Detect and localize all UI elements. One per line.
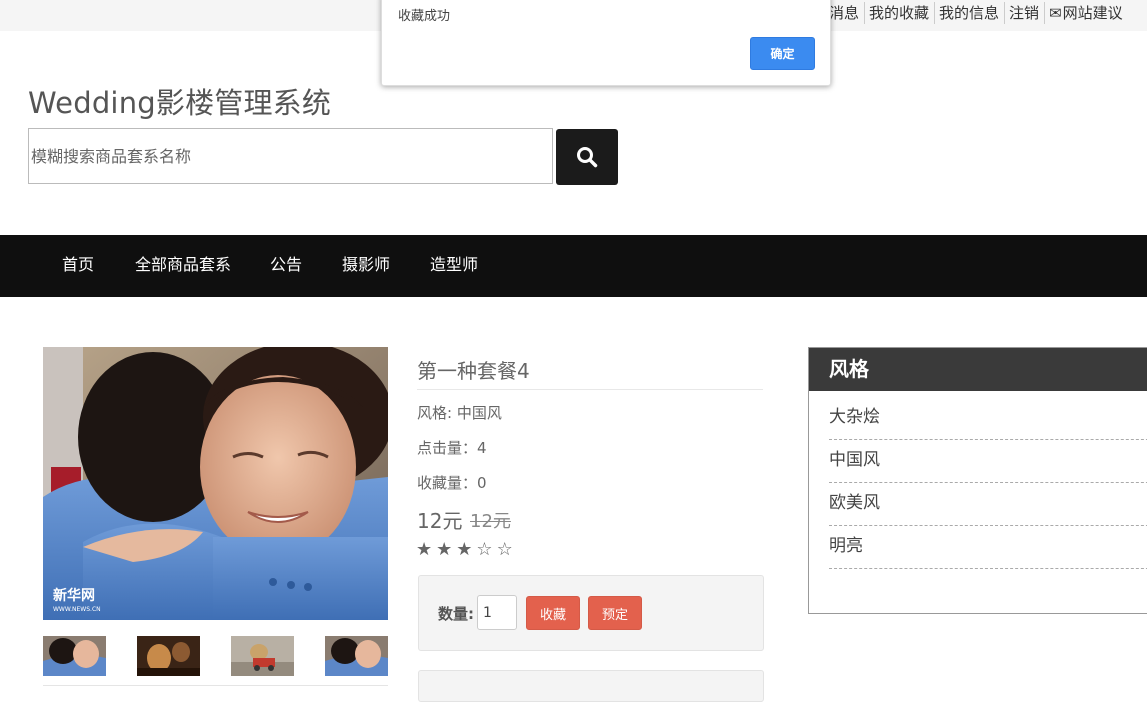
my-info-link[interactable]: 我的信息 xyxy=(934,1,1004,24)
quantity-label: 数量: xyxy=(438,605,474,623)
nav-photographers[interactable]: 摄影师 xyxy=(342,235,390,297)
nav-home[interactable]: 首页 xyxy=(62,235,94,297)
thumbnail-2[interactable] xyxy=(137,636,200,676)
logout-link[interactable]: 注销 xyxy=(1004,1,1044,24)
reserve-button[interactable]: 预定 xyxy=(588,596,642,630)
product-original-price: 12元 xyxy=(470,511,511,532)
my-favorites-link[interactable]: 我的收藏 xyxy=(864,1,934,24)
dialog-ok-button[interactable]: 确定 xyxy=(750,37,815,70)
star-empty-icon[interactable]: ☆ xyxy=(476,539,496,560)
star-empty-icon[interactable]: ☆ xyxy=(497,539,517,560)
favorite-button[interactable]: 收藏 xyxy=(526,596,580,630)
quantity-input[interactable] xyxy=(477,595,517,630)
product-favorites-count: 收藏量：0 xyxy=(417,474,487,492)
main-nav: 首页 全部商品套系 公告 摄影师 造型师 xyxy=(0,235,1147,297)
top-links: 消息 我的收藏 我的信息 注销 ✉网站建议 xyxy=(826,0,1128,25)
search-input[interactable] xyxy=(28,128,553,184)
star-filled-icon[interactable]: ★ xyxy=(416,539,436,560)
watermark-text: 新华网 xyxy=(53,587,95,604)
name-divider xyxy=(417,389,763,390)
secondary-box xyxy=(418,670,764,702)
thumbnail-4[interactable] xyxy=(325,636,388,676)
style-item-mixed[interactable]: 大杂烩 xyxy=(829,397,1147,440)
site-suggestion-label: 网站建议 xyxy=(1062,3,1123,22)
product-main-image: 新华网 WWW.NEWS.CN xyxy=(43,347,388,620)
star-filled-icon[interactable]: ★ xyxy=(456,539,476,560)
rating-stars: ★★★☆☆ xyxy=(416,539,517,560)
nav-all-packages[interactable]: 全部商品套系 xyxy=(135,235,231,297)
dialog-message: 收藏成功 xyxy=(398,9,451,24)
site-title: Wedding影楼管理系统 xyxy=(28,86,332,120)
watermark-sub: WWW.NEWS.CN xyxy=(53,606,101,613)
thumbnail-divider xyxy=(43,685,388,686)
style-panel-title: 风格 xyxy=(809,348,1147,391)
search-button[interactable] xyxy=(556,129,618,185)
alert-dialog: 收藏成功 确定 xyxy=(381,0,831,86)
product-price: 12元 xyxy=(417,509,463,533)
nav-stylists[interactable]: 造型师 xyxy=(430,235,478,297)
thumbnail-1[interactable] xyxy=(43,636,106,676)
style-item-chinese[interactable]: 中国风 xyxy=(829,440,1147,483)
search-icon xyxy=(577,147,598,168)
product-clicks: 点击量：4 xyxy=(417,439,487,457)
product-name: 第一种套餐4 xyxy=(417,359,530,383)
messages-link[interactable]: 消息 xyxy=(826,2,864,24)
style-item-bright[interactable]: 明亮 xyxy=(829,526,1147,569)
thumbnail-3[interactable] xyxy=(231,636,294,676)
nav-announcements[interactable]: 公告 xyxy=(270,235,302,297)
product-style: 风格: 中国风 xyxy=(417,404,502,422)
envelope-icon: ✉ xyxy=(1049,3,1062,22)
site-suggestion-link[interactable]: ✉网站建议 xyxy=(1044,1,1128,24)
style-item-western[interactable]: 欧美风 xyxy=(829,483,1147,526)
star-filled-icon[interactable]: ★ xyxy=(436,539,456,560)
